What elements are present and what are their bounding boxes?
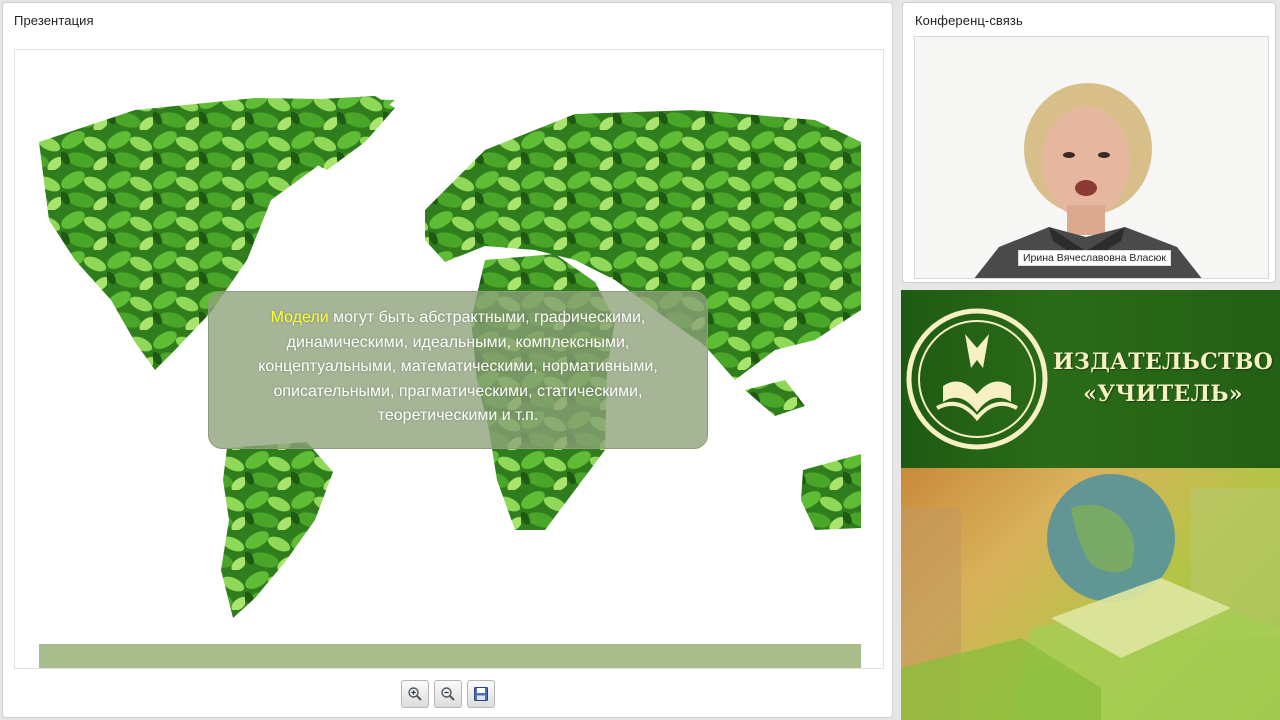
- slide-body-text: могут быть абстрактными, графическими, д…: [258, 309, 658, 424]
- books-globe-image: [901, 468, 1280, 720]
- zoom-in-icon: [408, 687, 422, 701]
- conference-title: Конференц-связь: [915, 13, 1023, 28]
- highlighted-term: Модели: [270, 309, 329, 326]
- publisher-name: ИЗДАТЕЛЬСТВО «УЧИТЕЛЬ»: [1049, 346, 1277, 410]
- zoom-out-button[interactable]: [434, 680, 462, 708]
- save-button[interactable]: [467, 680, 495, 708]
- zoom-out-icon: [441, 687, 455, 701]
- app-root: Презентация Модели могут быть абстрактны…: [0, 0, 1280, 720]
- publisher-logo-icon: [906, 308, 1048, 450]
- slide-text-box: Модели могут быть абстрактными, графичес…: [208, 291, 708, 449]
- publisher-banner: ИЗДАТЕЛЬСТВО «УЧИТЕЛЬ»: [901, 290, 1280, 720]
- publisher-banner-header: ИЗДАТЕЛЬСТВО «УЧИТЕЛЬ»: [901, 290, 1280, 468]
- presenter-image: [915, 37, 1268, 278]
- conference-panel: Конференц-связь Ирина Вячеславовна Власю…: [902, 2, 1276, 283]
- publisher-name-line2: «УЧИТЕЛЬ»: [1083, 381, 1243, 407]
- presentation-title: Презентация: [14, 13, 94, 28]
- participant-video[interactable]: Ирина Вячеславовна Власюк: [914, 36, 1269, 279]
- slide-footer-bar: [39, 644, 861, 668]
- presentation-panel: Презентация Модели могут быть абстрактны…: [2, 2, 893, 718]
- floppy-disk-icon: [474, 687, 488, 701]
- slide-toolbar: [401, 680, 495, 708]
- books-globe-illustration: [901, 474, 1280, 720]
- slide-view: Модели могут быть абстрактными, графичес…: [14, 49, 884, 669]
- publisher-name-line1: ИЗДАТЕЛЬСТВО: [1052, 349, 1274, 375]
- participant-name-label: Ирина Вячеславовна Власюк: [1018, 250, 1172, 266]
- zoom-in-button[interactable]: [401, 680, 429, 708]
